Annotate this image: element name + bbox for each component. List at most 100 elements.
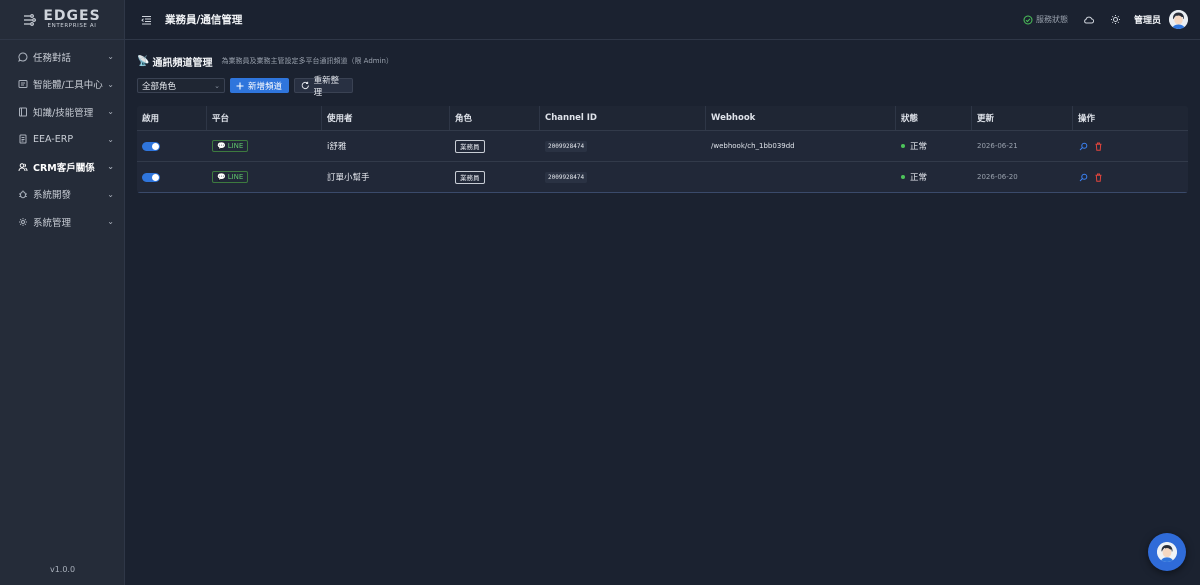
chevron-down-icon: ⌄ xyxy=(107,162,114,172)
status-badge: 正常 xyxy=(901,140,927,152)
main-content: 📡 通訊頻道管理 為業務員及業務主管設定多平台通訊頻道（限 Admin） 全部角… xyxy=(137,40,1188,193)
column-header-channel-id[interactable]: Channel ID xyxy=(540,106,706,130)
table-row: 💬 LINE 訂單小幫手 業務員 2009928474 正常 2026-06-2… xyxy=(137,162,1188,193)
sidebar-item-agent-tools[interactable]: 智能體/工具中心 ⌄ xyxy=(0,71,124,99)
logo-sub-text: ENTERPRISE AI xyxy=(47,23,97,30)
column-header-actions[interactable]: 操作 xyxy=(1073,106,1188,130)
sidebar-item-label: 知識/技能管理 xyxy=(33,107,94,119)
cloud-icon[interactable] xyxy=(1083,14,1095,26)
sidebar: EDGES ENTERPRISE AI 任務對話 ⌄ 智能體/工具中心 ⌄ 知識… xyxy=(0,0,125,585)
logo[interactable]: EDGES ENTERPRISE AI xyxy=(0,0,124,40)
column-header-platform[interactable]: 平台 xyxy=(207,106,322,130)
top-header: 業務員/通信管理 服務狀態 管理员 xyxy=(125,0,1200,40)
section-description: 為業務員及業務主管設定多平台通訊頻道（限 Admin） xyxy=(221,57,393,65)
satellite-icon: 📡 xyxy=(137,55,150,67)
section-header: 📡 通訊頻道管理 為業務員及業務主管設定多平台通訊頻道（限 Admin） xyxy=(137,54,1188,69)
enable-toggle[interactable] xyxy=(142,141,160,151)
sun-icon[interactable] xyxy=(1110,14,1122,26)
column-header-updated[interactable]: 更新 xyxy=(972,106,1073,130)
check-circle-icon xyxy=(1023,15,1033,24)
sidebar-item-label: 任務對話 xyxy=(33,52,72,64)
channel-id: 2009928474 xyxy=(545,140,588,152)
assistant-avatar-icon xyxy=(1157,542,1177,562)
table-row: 💬 LINE i舒雅 業務員 2009928474 /webhook/ch_1b… xyxy=(137,131,1188,162)
search-icon[interactable] xyxy=(1078,172,1088,182)
service-status-label: 服務狀態 xyxy=(1035,15,1068,24)
version-label: v1.0.0 xyxy=(49,565,76,574)
column-header-user[interactable]: 使用者 xyxy=(322,106,450,130)
table-header-row: 啟用 平台 使用者 角色 Channel ID Webhook 狀態 更新 操作 xyxy=(137,106,1188,131)
avatar[interactable] xyxy=(1169,10,1188,29)
refresh-button[interactable]: 重新整理 xyxy=(294,76,353,98)
sidebar-item-dev[interactable]: 系統開發 ⌄ xyxy=(0,181,124,209)
status-dot-icon xyxy=(901,175,905,179)
circuit-logo-icon xyxy=(24,13,37,26)
status-label: 正常 xyxy=(910,173,928,183)
add-channel-button[interactable]: 新增頻道 xyxy=(230,78,289,93)
toolbar: 全部角色 ⌄ 新增頻道 重新整理 xyxy=(137,76,1188,98)
sidebar-nav: 任務對話 ⌄ 智能體/工具中心 ⌄ 知識/技能管理 ⌄ EEA-ERP ⌄ CR… xyxy=(0,40,124,236)
add-channel-label: 新增頻道 xyxy=(248,81,283,92)
status-dot-icon xyxy=(901,144,905,148)
sidebar-item-system[interactable]: 系統管理 ⌄ xyxy=(0,208,124,236)
sidebar-item-label: 系統管理 xyxy=(33,217,72,229)
status-badge: 正常 xyxy=(901,171,927,183)
plus-icon xyxy=(236,82,244,89)
updated-date: 2026-06-20 xyxy=(977,173,1018,181)
role-tag: 業務員 xyxy=(455,170,485,184)
document-icon xyxy=(17,134,28,145)
sidebar-item-eea-erp[interactable]: EEA-ERP ⌄ xyxy=(0,126,124,154)
book-icon xyxy=(17,106,28,117)
platform-tag: 💬 LINE xyxy=(212,140,249,152)
admin-name[interactable]: 管理员 xyxy=(1134,13,1161,26)
table-body: 💬 LINE i舒雅 業務員 2009928474 /webhook/ch_1b… xyxy=(137,131,1188,193)
channel-id: 2009928474 xyxy=(545,171,588,183)
user-name: i舒雅 xyxy=(327,142,347,152)
monitor-icon xyxy=(17,79,28,90)
chat-bubble-icon xyxy=(17,51,28,62)
chevron-down-icon: ⌄ xyxy=(107,107,114,117)
column-header-enabled[interactable]: 啟用 xyxy=(137,106,207,130)
delete-icon[interactable] xyxy=(1093,141,1103,151)
channels-table: 啟用 平台 使用者 角色 Channel ID Webhook 狀態 更新 操作… xyxy=(137,106,1188,193)
menu-fold-icon[interactable] xyxy=(140,14,152,26)
updated-date: 2026-06-21 xyxy=(977,142,1018,150)
chevron-down-icon: ⌄ xyxy=(214,81,220,90)
enable-toggle[interactable] xyxy=(142,172,160,182)
sidebar-item-task-chat[interactable]: 任務對話 ⌄ xyxy=(0,43,124,71)
user-avatar-icon xyxy=(1169,10,1188,29)
column-header-webhook[interactable]: Webhook xyxy=(706,106,896,130)
sidebar-item-label: EEA-ERP xyxy=(33,133,74,145)
platform-label: LINE xyxy=(227,173,244,181)
chevron-down-icon: ⌄ xyxy=(107,79,114,89)
sidebar-item-label: 系統開發 xyxy=(33,190,72,202)
chevron-down-icon: ⌄ xyxy=(107,134,114,144)
chat-bubble-icon: 💬 xyxy=(217,173,226,181)
webhook-path: /webhook/ch_1bb039dd xyxy=(711,142,795,150)
chevron-down-icon: ⌄ xyxy=(107,217,114,227)
assistant-fab-button[interactable] xyxy=(1148,533,1186,571)
delete-icon[interactable] xyxy=(1093,172,1103,182)
users-icon xyxy=(17,161,28,172)
search-icon[interactable] xyxy=(1078,141,1088,151)
bug-icon xyxy=(17,189,28,200)
chevron-down-icon: ⌄ xyxy=(107,189,114,199)
column-header-status[interactable]: 狀態 xyxy=(896,106,972,130)
column-header-role[interactable]: 角色 xyxy=(450,106,540,130)
chat-bubble-icon: 💬 xyxy=(217,142,226,150)
service-status[interactable]: 服務狀態 xyxy=(1023,14,1068,25)
refresh-label: 重新整理 xyxy=(313,75,340,98)
refresh-icon xyxy=(301,81,309,90)
role-filter-value: 全部角色 xyxy=(142,81,177,92)
chevron-down-icon: ⌄ xyxy=(107,52,114,62)
logo-main-text: EDGES xyxy=(43,8,101,25)
platform-label: LINE xyxy=(227,142,244,150)
role-tag: 業務員 xyxy=(455,139,485,153)
sidebar-item-knowledge[interactable]: 知識/技能管理 ⌄ xyxy=(0,98,124,126)
section-title: 通訊頻道管理 xyxy=(152,57,213,69)
sidebar-item-label: CRM客戶關係 xyxy=(33,162,95,174)
role-filter-select[interactable]: 全部角色 ⌄ xyxy=(137,78,225,93)
user-name: 訂單小幫手 xyxy=(327,173,370,183)
sidebar-item-crm[interactable]: CRM客戶關係 ⌄ xyxy=(0,153,124,181)
sidebar-item-label: 智能體/工具中心 xyxy=(33,80,103,92)
